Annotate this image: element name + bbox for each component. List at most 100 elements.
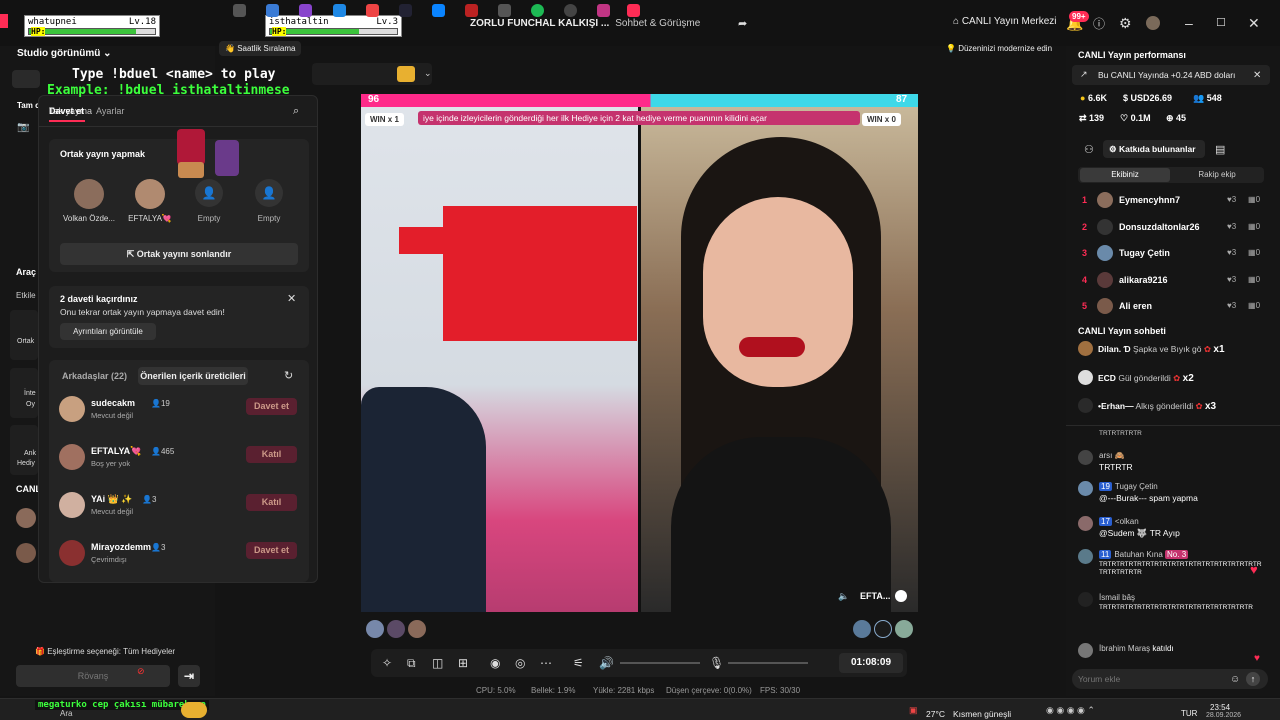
- taskbar-language[interactable]: TUR: [1181, 709, 1197, 718]
- app-icon-3[interactable]: [366, 4, 379, 17]
- guest-supporter-avatar-2[interactable]: [874, 620, 892, 638]
- cohost-avatar-2[interactable]: [135, 179, 165, 209]
- contributor-avatar[interactable]: [1097, 218, 1113, 235]
- emoji-icon[interactable]: ☺: [1230, 673, 1240, 687]
- volume-slider[interactable]: [620, 662, 700, 664]
- add-source-icon[interactable]: ⊞: [458, 656, 468, 670]
- mic-slider[interactable]: [728, 662, 808, 664]
- app-icon-4[interactable]: [399, 4, 412, 17]
- tray-icons[interactable]: ◉ ◉ ◉ ◉ ⌃: [1046, 705, 1095, 716]
- app-icon-6[interactable]: [564, 4, 577, 17]
- chat-avatar[interactable]: [1078, 592, 1093, 607]
- edge-icon[interactable]: [432, 4, 445, 17]
- match-option[interactable]: 🎁 Eşleştirme seçeneği: Tüm Hediyeler: [35, 647, 175, 656]
- help-icon[interactable]: ⓘ: [1093, 17, 1105, 31]
- friend-avatar[interactable]: [59, 396, 85, 422]
- layout-icon[interactable]: ⧉: [407, 656, 416, 670]
- more-icon[interactable]: ⋯: [540, 656, 552, 670]
- target-icon[interactable]: ◎: [515, 656, 525, 670]
- microphone-icon[interactable]: 🎙: [709, 656, 724, 670]
- app-icon-2[interactable]: [333, 4, 346, 17]
- studio-view-dropdown[interactable]: Studio görünümü ⌄: [17, 48, 112, 59]
- chat-avatar[interactable]: [1078, 516, 1093, 531]
- host-supporter-avatar-2[interactable]: [387, 620, 405, 638]
- end-cohost-button[interactable]: ⇱ Ortak yayını sonlandır: [60, 243, 298, 265]
- live-center-button[interactable]: ⌂ CANLI Yayın Merkezi: [953, 16, 1057, 27]
- task-view-icon[interactable]: [233, 4, 246, 17]
- chat-input[interactable]: [1078, 671, 1218, 687]
- chat-avatar[interactable]: [1078, 643, 1093, 658]
- friend-avatar[interactable]: [59, 444, 85, 470]
- guest-supporter-avatar-3[interactable]: [895, 620, 913, 638]
- close-card-icon[interactable]: ✕: [287, 292, 296, 306]
- taskbar-search[interactable]: Ara: [60, 709, 72, 718]
- tiktok-taskbar-icon[interactable]: [627, 4, 640, 17]
- magic-wand-icon[interactable]: ✧: [382, 656, 392, 670]
- friend-avatar[interactable]: [59, 540, 85, 566]
- rematch-button[interactable]: Rövanş: [16, 665, 170, 687]
- exit-icon[interactable]: ⇥: [178, 665, 200, 687]
- left-viewer-avatar-2[interactable]: [16, 543, 36, 563]
- close-toast-icon[interactable]: ✕: [1253, 69, 1261, 83]
- view-details-button[interactable]: Ayrıntıları görüntüle: [60, 323, 156, 340]
- speaker-icon[interactable]: 🔈: [838, 591, 849, 602]
- chat-avatar[interactable]: [1078, 481, 1093, 496]
- friends-tab[interactable]: Arkadaşlar (22): [62, 371, 127, 381]
- tab-settings[interactable]: Ayarlar: [96, 106, 124, 116]
- empty-slot-icon-1[interactable]: 👤: [195, 179, 223, 207]
- share-icon[interactable]: ➦: [738, 17, 747, 31]
- record-icon[interactable]: ◉: [490, 656, 500, 670]
- app-icon-5[interactable]: [465, 4, 478, 17]
- friend-action-button[interactable]: Katıl: [246, 446, 297, 463]
- tab-your-team[interactable]: Ekibiniz: [1080, 168, 1170, 182]
- windows-store-icon[interactable]: [266, 4, 279, 17]
- search-icon[interactable]: ⌕: [293, 104, 299, 118]
- friend-avatar[interactable]: [59, 492, 85, 518]
- camera-switch-icon[interactable]: ◫: [432, 656, 443, 670]
- close-icon[interactable]: ✕: [1248, 16, 1260, 30]
- friend-action-button[interactable]: Davet et: [246, 398, 297, 415]
- suggested-creators-tab[interactable]: Önerilen içerik üreticileri: [138, 367, 248, 385]
- app-icon-1[interactable]: [299, 4, 312, 17]
- spotify-icon[interactable]: [531, 4, 544, 17]
- chat-avatar[interactable]: [1078, 549, 1093, 564]
- maximize-icon[interactable]: ☐: [1216, 16, 1226, 30]
- gear-icon[interactable]: ⚙: [1119, 16, 1132, 30]
- minimize-icon[interactable]: –: [1185, 16, 1193, 30]
- left-pill[interactable]: [12, 70, 40, 88]
- guest-add-icon[interactable]: [895, 590, 907, 602]
- contributors-tab[interactable]: ⚙ Katkıda bulunanlar: [1103, 140, 1205, 158]
- contributor-avatar[interactable]: [1097, 271, 1113, 288]
- friend-action-button[interactable]: Davet et: [246, 542, 297, 559]
- modernize-tip[interactable]: 💡 Düzeninizi modernize edin: [946, 44, 1052, 53]
- refresh-icon[interactable]: ↻: [284, 369, 293, 383]
- left-tool-card-1[interactable]: [10, 310, 38, 360]
- file-explorer-icon[interactable]: [498, 4, 511, 17]
- host-supporter-avatar-1[interactable]: [366, 620, 384, 638]
- hourly-ranking-chip[interactable]: 👋 Saatlik Sıralama: [219, 41, 302, 56]
- contributor-avatar[interactable]: [1097, 192, 1113, 208]
- camera-icon[interactable]: 📷: [17, 122, 29, 133]
- chevron-down-icon-2[interactable]: ⌄: [424, 68, 432, 79]
- taskbar-widget-icon[interactable]: [181, 702, 207, 718]
- cohost-avatar-1[interactable]: [74, 179, 104, 209]
- gift-sender-avatar[interactable]: [1078, 398, 1093, 413]
- instagram-icon[interactable]: [597, 4, 610, 17]
- sliders-icon[interactable]: ⚟: [573, 656, 584, 670]
- person-icon[interactable]: ⚇: [1084, 143, 1094, 157]
- host-supporter-avatar-3[interactable]: [408, 620, 426, 638]
- list-icon[interactable]: ▤: [1215, 143, 1225, 157]
- tab-invite[interactable]: Davet et: [49, 106, 84, 116]
- volume-icon[interactable]: 🔊: [599, 656, 614, 670]
- gift-sender-avatar[interactable]: [1078, 370, 1093, 385]
- left-viewer-avatar-1[interactable]: [16, 508, 36, 528]
- profile-avatar[interactable]: [1146, 16, 1160, 30]
- tab-rival-team[interactable]: Rakip ekip: [1172, 168, 1262, 182]
- gift-sender-avatar[interactable]: [1078, 341, 1093, 356]
- guest-supporter-avatar-1[interactable]: [853, 620, 871, 638]
- friend-action-button[interactable]: Katıl: [246, 494, 297, 511]
- empty-slot-icon-2[interactable]: 👤: [255, 179, 283, 207]
- send-icon[interactable]: ↑: [1246, 672, 1260, 686]
- chat-avatar[interactable]: [1078, 450, 1093, 465]
- gift-icon: ✿: [1195, 401, 1203, 411]
